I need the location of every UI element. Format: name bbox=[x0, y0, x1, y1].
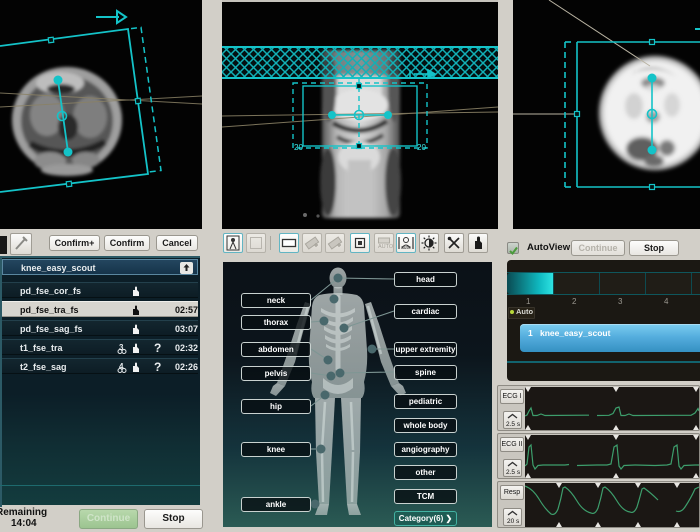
svg-text:20: 20 bbox=[417, 143, 426, 152]
svg-text:AUTO: AUTO bbox=[378, 244, 393, 250]
svg-text:auto: auto bbox=[401, 245, 411, 251]
svg-text:2.5 s: 2.5 s bbox=[506, 469, 521, 476]
svg-text:20 s: 20 s bbox=[507, 518, 520, 525]
svg-text:2.5 s: 2.5 s bbox=[506, 421, 521, 428]
svg-text:20: 20 bbox=[294, 143, 303, 152]
